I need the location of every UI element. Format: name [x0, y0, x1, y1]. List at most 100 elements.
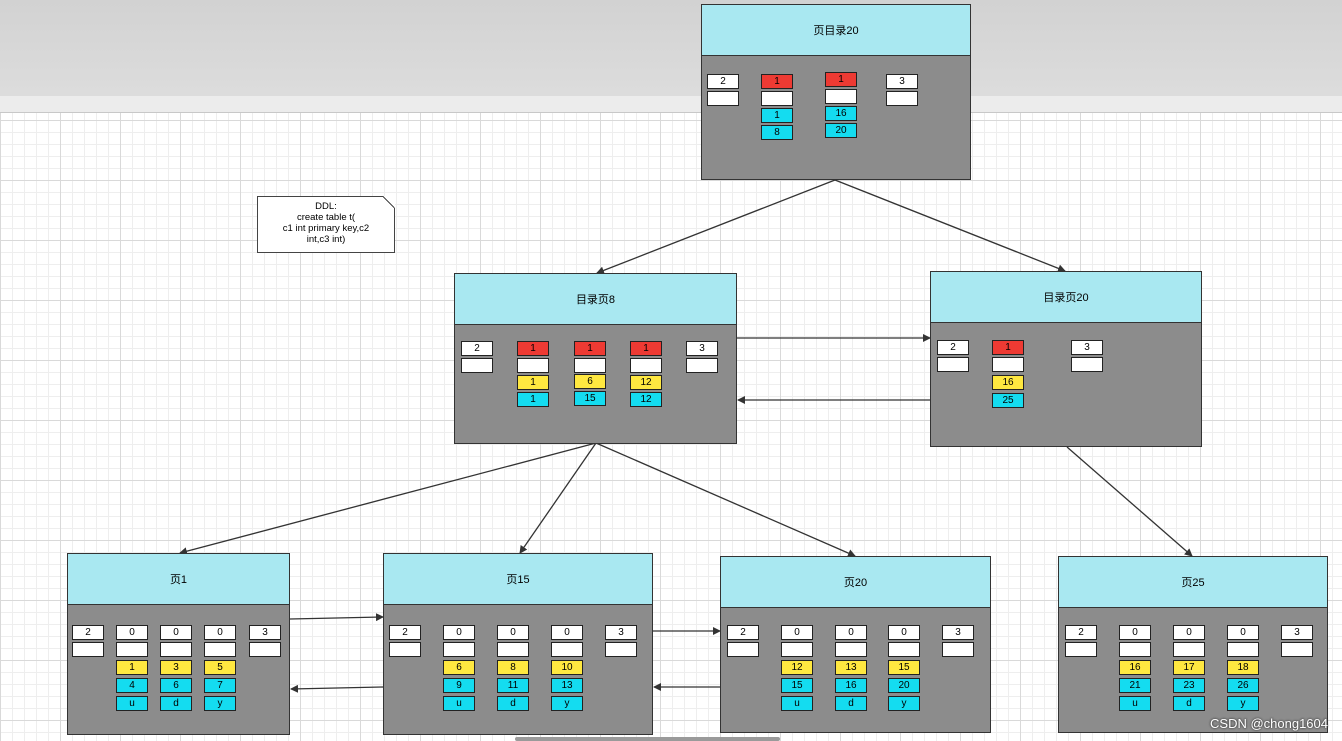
record-c3-cell: u — [781, 696, 813, 711]
record-type-cell: 0 — [1227, 625, 1259, 640]
record-c1-cell: 8 — [497, 660, 529, 675]
supremum-next-cell — [605, 642, 637, 657]
page-header: 页1 — [68, 554, 289, 605]
record-c1-cell: 6 — [443, 660, 475, 675]
record-pageno-cell: 12 — [630, 392, 662, 407]
page-header: 目录页8 — [455, 274, 736, 325]
infimum-cell: 2 — [72, 625, 104, 640]
record-c2-cell: 15 — [781, 678, 813, 693]
sibling-next-leaf1-15 — [289, 613, 384, 622]
page-leaf-25: 页25 2 0 16 21 u 0 17 23 d 0 18 26 y 3 — [1058, 556, 1328, 733]
record-key-cell: 1 — [761, 108, 793, 123]
record-pageno-cell: 25 — [992, 393, 1024, 408]
record-next-cell — [443, 642, 475, 657]
page-header: 页20 — [721, 557, 990, 608]
supremum-cell: 3 — [686, 341, 718, 356]
page-leaf-20: 页20 2 0 12 15 u 0 13 16 d 0 15 20 y 3 — [720, 556, 991, 733]
record-key-cell: 1 — [517, 375, 549, 390]
record-next-cell — [116, 642, 148, 657]
page-directory-right: 目录页20 2 1 16 25 3 — [930, 271, 1202, 447]
watermark: CSDN @chong1604 — [1210, 716, 1328, 731]
page-header: 页25 — [1059, 557, 1327, 608]
record-c3-cell: u — [1119, 696, 1151, 711]
note-fold-corner — [383, 196, 395, 208]
sibling-prev-leaf15-1 — [290, 684, 384, 693]
record-next-cell — [574, 358, 606, 373]
page-directory-left: 目录页8 2 1 1 1 1 6 15 1 12 12 3 — [454, 273, 737, 444]
record-c2-cell: 20 — [888, 678, 920, 693]
record-key-cell: 16 — [992, 375, 1024, 390]
record-type-cell: 0 — [1173, 625, 1205, 640]
supremum-next-cell — [886, 91, 918, 106]
record-next-cell — [761, 91, 793, 106]
infimum-next-cell — [461, 358, 493, 373]
supremum-next-cell — [1071, 357, 1103, 372]
infimum-next-cell — [727, 642, 759, 657]
record-c1-cell: 1 — [116, 660, 148, 675]
supremum-next-cell — [1281, 642, 1313, 657]
edge-root-to-dir-right — [834, 179, 1066, 273]
note-line: c1 int primary key,c2 — [282, 223, 370, 234]
record-type-cell: 0 — [116, 625, 148, 640]
infimum-cell: 2 — [461, 341, 493, 356]
record-next-cell — [1227, 642, 1259, 657]
infimum-next-cell — [389, 642, 421, 657]
supremum-cell: 3 — [942, 625, 974, 640]
record-type-cell: 0 — [551, 625, 583, 640]
record-c2-cell: 4 — [116, 678, 148, 693]
record-c3-cell: d — [1173, 696, 1205, 711]
record-type-cell: 0 — [835, 625, 867, 640]
supremum-cell: 3 — [605, 625, 637, 640]
record-next-cell — [835, 642, 867, 657]
infimum-next-cell — [707, 91, 739, 106]
record-c1-cell: 5 — [204, 660, 236, 675]
record-key-cell: 6 — [574, 374, 606, 389]
record-c1-cell: 13 — [835, 660, 867, 675]
supremum-next-cell — [942, 642, 974, 657]
note-line: int,c3 int) — [306, 234, 346, 245]
supremum-cell: 3 — [1281, 625, 1313, 640]
record-type-cell: 0 — [497, 625, 529, 640]
record-type-cell: 0 — [888, 625, 920, 640]
record-c3-cell: d — [160, 696, 192, 711]
supremum-cell: 3 — [886, 74, 918, 89]
record-key-cell: 12 — [630, 375, 662, 390]
record-c3-cell: u — [443, 696, 475, 711]
record-next-cell — [630, 358, 662, 373]
record-c3-cell: y — [551, 696, 583, 711]
record-next-cell — [781, 642, 813, 657]
record-type-cell: 0 — [160, 625, 192, 640]
record-type-cell: 1 — [574, 341, 606, 356]
record-c2-cell: 21 — [1119, 678, 1151, 693]
ddl-note: DDL: create table t( c1 int primary key,… — [257, 196, 395, 253]
record-next-cell — [160, 642, 192, 657]
infimum-cell: 2 — [389, 625, 421, 640]
record-pageno-cell: 1 — [517, 392, 549, 407]
note-line: DDL: — [315, 201, 337, 212]
edge-dir-right-to-leaf25 — [1066, 446, 1193, 557]
record-c2-cell: 7 — [204, 678, 236, 693]
record-next-cell — [992, 357, 1024, 372]
page-root-directory: 页目录20 2 1 1 8 1 16 20 3 — [701, 4, 971, 180]
record-next-cell — [497, 642, 529, 657]
record-c3-cell: y — [1227, 696, 1259, 711]
record-next-cell — [1119, 642, 1151, 657]
record-c2-cell: 26 — [1227, 678, 1259, 693]
record-type-cell: 0 — [781, 625, 813, 640]
edge-dir-left-to-leaf1 — [179, 442, 597, 556]
record-next-cell — [825, 89, 857, 104]
horizontal-scrollbar[interactable] — [515, 737, 780, 741]
supremum-cell: 3 — [249, 625, 281, 640]
record-c2-cell: 11 — [497, 678, 529, 693]
record-pageno-cell: 20 — [825, 123, 857, 138]
supremum-next-cell — [249, 642, 281, 657]
infimum-cell: 2 — [937, 340, 969, 355]
page-leaf-1: 页1 2 0 1 4 u 0 3 6 d 0 5 7 y 3 — [67, 553, 290, 735]
record-next-cell — [1173, 642, 1205, 657]
record-type-cell: 0 — [1119, 625, 1151, 640]
record-c3-cell: u — [116, 696, 148, 711]
record-c1-cell: 10 — [551, 660, 583, 675]
record-c3-cell: y — [204, 696, 236, 711]
infimum-next-cell — [1065, 642, 1097, 657]
record-c2-cell: 13 — [551, 678, 583, 693]
